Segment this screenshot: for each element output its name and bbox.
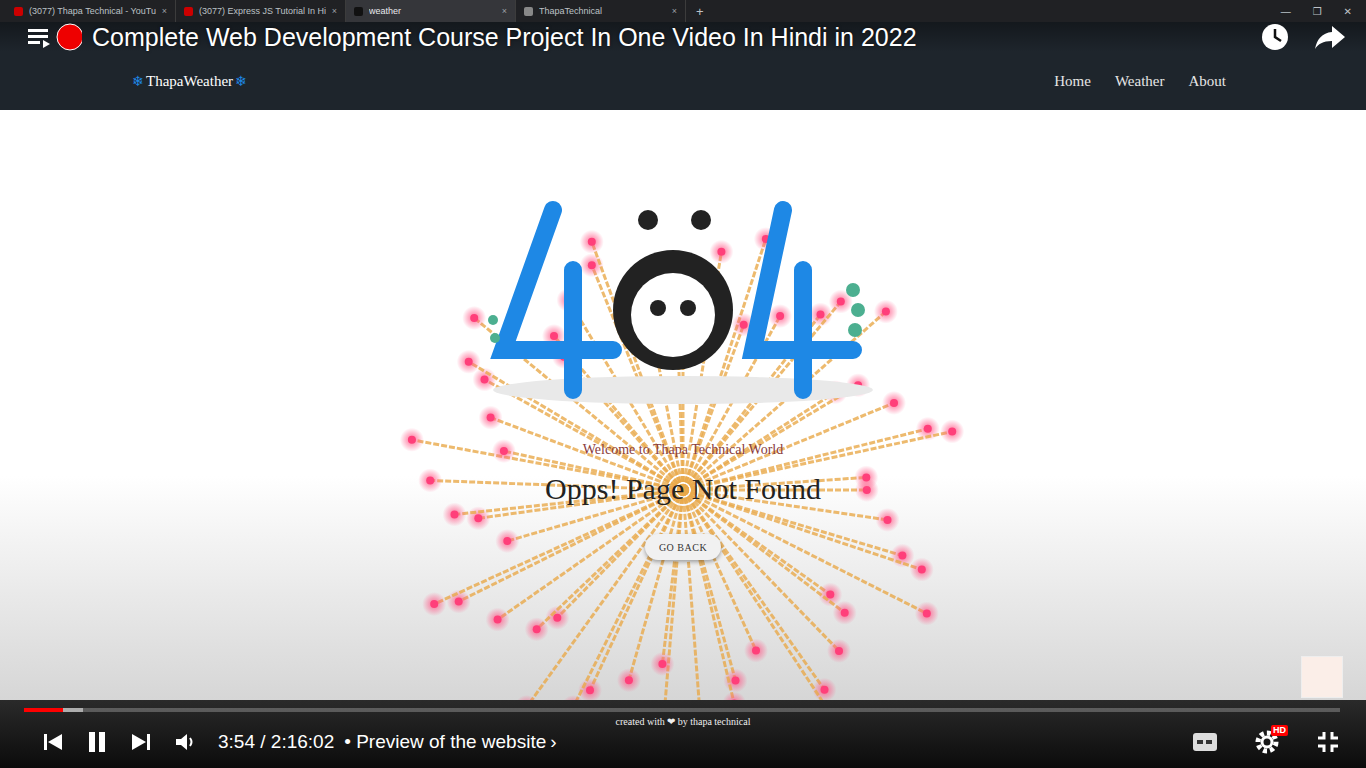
settings-button[interactable]: HD <box>1254 729 1280 755</box>
tab-close-button[interactable]: × <box>672 6 677 16</box>
browser-tab[interactable]: (3077) Thapa Technical - YouTub × <box>6 0 176 22</box>
welcome-text: Welcome to Thapa Technical World <box>579 442 787 458</box>
time-display: 3:54 / 2:16:02 <box>218 731 334 753</box>
video-title-overlay: Complete Web Development Course Project … <box>0 22 1366 52</box>
right-controls: HD <box>1192 729 1340 755</box>
new-tab-button[interactable]: + <box>686 0 714 22</box>
error-heading: Opps! Page Not Found <box>541 472 825 506</box>
brand-name[interactable]: ThapaWeather <box>146 73 233 90</box>
window-control-button[interactable]: ✕ <box>1344 6 1352 17</box>
tab-label[interactable]: ThapaTechnical <box>539 6 666 16</box>
navbar-row: ❄ThapaWeather❄ Home Weather About <box>0 52 1366 110</box>
page-content: Welcome to Thapa Technical World Opps! Pa… <box>0 110 1366 700</box>
browser-tab-strip: (3077) Thapa Technical - YouTub×(3077) E… <box>0 0 1366 22</box>
quality-badge: HD <box>1271 725 1288 736</box>
volume-icon[interactable] <box>174 731 196 753</box>
window-control-button[interactable]: — <box>1281 6 1291 17</box>
fireworks-animation <box>0 110 1366 700</box>
tab-label[interactable]: (3077) Express JS Tutorial In Hin <box>199 6 326 16</box>
next-icon[interactable] <box>130 731 152 753</box>
previous-icon[interactable] <box>42 731 64 753</box>
browser-tab[interactable]: (3077) Express JS Tutorial In Hin × <box>176 0 346 22</box>
browser-tab[interactable]: ThapaTechnical × <box>516 0 686 22</box>
overlay-actions <box>1260 22 1346 52</box>
control-row: 3:54 / 2:16:02 • Preview of the website› H… <box>0 724 1366 760</box>
tab-close-button[interactable]: × <box>332 6 337 16</box>
browser-tab[interactable]: weather × <box>346 0 516 22</box>
tab-label[interactable]: (3077) Thapa Technical - YouTub <box>29 6 156 16</box>
error-404-illustration <box>473 150 893 430</box>
tab-label[interactable]: weather <box>369 6 496 16</box>
pause-icon[interactable] <box>86 730 108 754</box>
site-footer: created with ❤ by thapa technical <box>0 716 1366 728</box>
window-control-button[interactable]: ❐ <box>1313 6 1322 17</box>
tab-close-button[interactable]: × <box>162 6 167 16</box>
favicon-icon <box>354 7 363 16</box>
snowflake-icon: ❄ <box>235 73 247 90</box>
playlist-icon[interactable] <box>28 26 52 48</box>
tab-close-button[interactable]: × <box>502 6 507 16</box>
player-controls: created with ❤ by thapa technical3:54 / … <box>0 700 1366 768</box>
chapter-title[interactable]: • Preview of the website <box>344 731 546 753</box>
brand-logo[interactable]: ❄ThapaWeather❄ <box>132 73 247 90</box>
window-controls: — ❐ ✕ <box>1281 0 1366 22</box>
progress-bar[interactable] <box>24 708 1340 712</box>
favicon-icon <box>524 7 533 16</box>
site-navbar: ❄ThapaWeather❄ Home Weather About Complete W… <box>0 22 1366 110</box>
nav-links: Home Weather About <box>1054 73 1226 90</box>
nav-link[interactable]: Weather <box>1115 73 1165 90</box>
captions-icon[interactable] <box>1192 732 1218 752</box>
snowflake-icon: ❄ <box>132 73 144 90</box>
record-icon <box>52 22 82 52</box>
favicon-icon <box>184 7 193 16</box>
share-icon[interactable] <box>1314 24 1346 50</box>
chapter-arrow[interactable]: › <box>550 731 556 753</box>
video-title[interactable]: Complete Web Development Course Project … <box>92 23 917 52</box>
favicon-icon <box>14 7 23 16</box>
played-fill <box>24 708 63 712</box>
clock-icon[interactable] <box>1260 22 1290 52</box>
channel-watermark-icon[interactable] <box>1301 656 1343 698</box>
nav-link[interactable]: About <box>1189 73 1227 90</box>
exit-fullscreen-icon[interactable] <box>1316 730 1340 754</box>
nav-link[interactable]: Home <box>1054 73 1091 90</box>
go-back-button[interactable]: GO BACK <box>645 534 721 560</box>
